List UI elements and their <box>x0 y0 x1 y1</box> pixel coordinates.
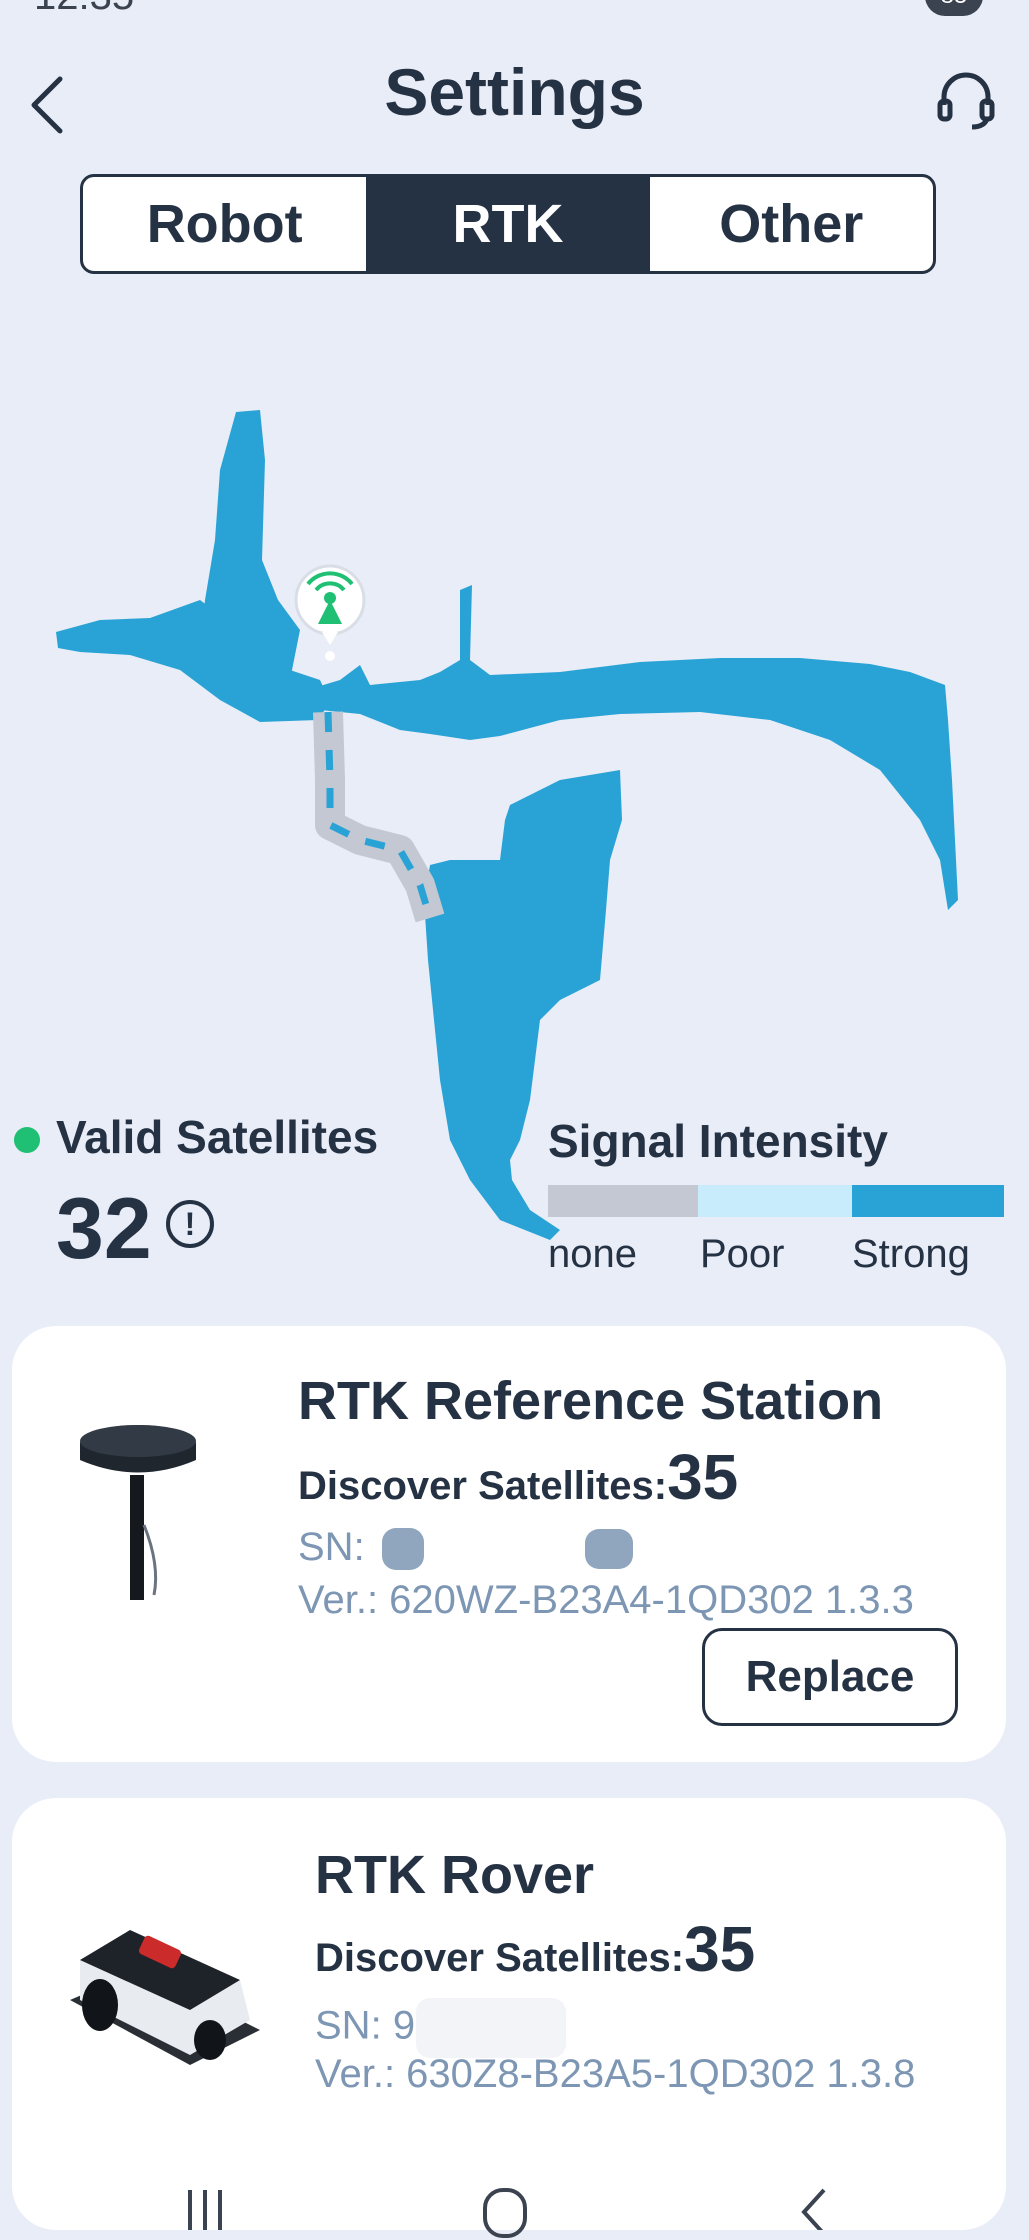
rover-discover-label: Discover Satellites: <box>315 1936 685 1980</box>
rover-title: RTK Rover <box>315 1845 595 1905</box>
rover-discover-satellites: Discover Satellites:35 <box>315 1912 755 1986</box>
info-icon[interactable]: ! <box>166 1200 214 1248</box>
rover-version: Ver.: 630Z8-B23A5-1QD302 1.3.8 <box>315 2052 916 2096</box>
signal-none-swatch <box>548 1185 698 1217</box>
station-discover-label: Discover Satellites: <box>298 1464 668 1508</box>
tab-other[interactable]: Other <box>650 177 933 271</box>
redacted-sn-part <box>584 1529 633 1570</box>
nav-back-icon <box>801 2188 826 2230</box>
station-sn: SN: <box>298 1525 633 1571</box>
tab-rtk[interactable]: RTK <box>366 177 650 271</box>
signal-intensity-title: Signal Intensity <box>548 1115 888 1167</box>
signal-poor-swatch <box>698 1185 852 1217</box>
station-version: Ver.: 620WZ-B23A4-1QD302 1.3.3 <box>298 1578 914 1622</box>
rover-sn: SN: 9 <box>315 1998 567 2058</box>
valid-satellites-count: 32 <box>56 1181 152 1277</box>
nav-back-button[interactable] <box>780 2180 850 2240</box>
support-button[interactable] <box>931 64 1001 134</box>
robot-mower-image <box>70 1930 260 2065</box>
recent-apps-icon <box>188 2190 222 2230</box>
status-time: 12:35 <box>34 0 134 19</box>
rover-discover-count: 35 <box>684 1913 756 1985</box>
signal-none-label: none <box>548 1232 637 1276</box>
station-discover-satellites: Discover Satellites:35 <box>298 1440 738 1514</box>
satellite-status-dot <box>14 1127 40 1153</box>
redacted-sn-part <box>416 1998 567 2058</box>
settings-tabs: Robot RTK Other <box>80 174 936 274</box>
rtk-antenna-icon[interactable] <box>294 564 366 661</box>
page-title: Settings <box>384 55 645 129</box>
headset-icon <box>937 72 995 130</box>
redacted-sn-part <box>381 1528 424 1571</box>
valid-satellites-label: Valid Satellites <box>56 1111 379 1163</box>
signal-strong-swatch <box>852 1185 1004 1217</box>
replace-button[interactable]: Replace <box>702 1628 958 1726</box>
station-discover-count: 35 <box>667 1441 739 1513</box>
station-sn-label: SN: <box>298 1525 365 1569</box>
battery-indicator: 85 <box>925 0 983 16</box>
tab-robot[interactable]: Robot <box>83 177 366 271</box>
home-button[interactable] <box>470 2180 540 2240</box>
home-icon <box>483 2188 527 2238</box>
reference-station-title: RTK Reference Station <box>298 1371 884 1431</box>
station-antenna-image <box>80 1425 196 1600</box>
rover-sn-label: SN: <box>315 2003 382 2048</box>
rover-sn-visible: 9 <box>392 2003 416 2048</box>
signal-strong-label: Strong <box>852 1232 970 1276</box>
signal-poor-label: Poor <box>700 1232 785 1276</box>
recent-apps-button[interactable] <box>170 2180 240 2240</box>
no-signal-path <box>313 711 445 923</box>
